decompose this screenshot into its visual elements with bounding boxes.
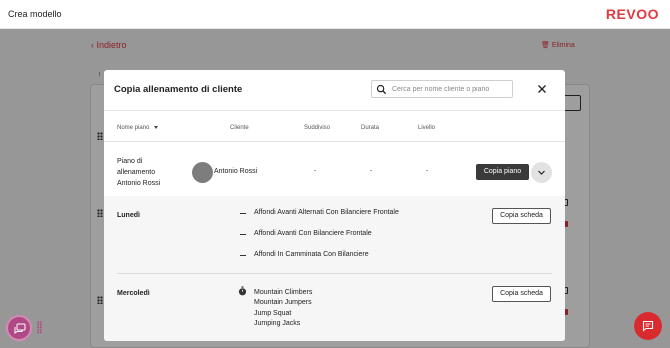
plan-name-line: allenamento (117, 169, 156, 176)
modal-header: Copia allenamento di cliente (104, 70, 565, 111)
plan-name-line: Piano di (117, 158, 143, 165)
sort-caret-icon (154, 125, 159, 129)
column-plan-name-label: Nome piano (117, 125, 150, 131)
divider (104, 141, 565, 142)
message-button[interactable] (634, 312, 662, 340)
search-icon (376, 84, 387, 95)
column-header-plan-name[interactable]: Nome piano (117, 125, 159, 131)
divider (117, 273, 552, 274)
column-header-duration: Durata (361, 125, 380, 131)
search-box[interactable] (371, 80, 513, 98)
message-icon (642, 320, 654, 332)
exercise-item: Affondi Avanti Alternati Con Bilanciere … (254, 209, 399, 216)
plan-name: Piano di allenamento Antonio Rossi (117, 156, 187, 189)
exercise-item: Jumping Jacks (254, 320, 301, 327)
app-bar: Crea modello REVOO (0, 0, 670, 29)
exercise-item: Mountain Jumpers (254, 299, 312, 306)
column-header-level: Livello (418, 125, 436, 131)
exercise-item: Jump Squat (254, 310, 292, 317)
copy-plan-button[interactable]: Copia piano (476, 164, 529, 180)
copy-workout-modal: Copia allenamento di cliente Nome piano … (104, 70, 565, 341)
copy-sheet-button[interactable]: Copia scheda (492, 208, 551, 224)
page-title: Crea modello (8, 9, 62, 19)
modal-title: Copia allenamento di cliente (114, 84, 243, 95)
search-input[interactable] (392, 83, 510, 95)
exercise-item: Mountain Climbers (254, 289, 313, 296)
chat-button[interactable] (6, 315, 32, 341)
plan-name-line: Antonio Rossi (117, 180, 161, 187)
brand-logo: REVOO (605, 6, 659, 22)
avatar (192, 162, 213, 183)
copy-sheet-button[interactable]: Copia scheda (492, 286, 551, 302)
dash-icon (240, 234, 246, 235)
chat-icon (14, 323, 26, 334)
client-name: Antonio Rossi (214, 168, 258, 175)
dash-icon (240, 255, 246, 256)
day-label: Mercoledì (117, 290, 150, 297)
column-header-client: Cliente (230, 125, 249, 131)
exercise-item: Affondi In Camminata Con Bilanciere (254, 251, 369, 258)
level-value: - (426, 168, 429, 175)
exercise-item: Affondi Avanti Con Bilanciere Frontale (254, 230, 372, 237)
timer-icon (238, 286, 247, 296)
dash-icon (240, 213, 246, 214)
expand-button[interactable] (531, 162, 552, 183)
subdivision-value: - (314, 168, 317, 175)
duration-value: - (370, 168, 373, 175)
drag-handle-icon[interactable] (37, 321, 42, 334)
chevron-down-icon (538, 170, 545, 175)
close-icon[interactable] (537, 84, 547, 94)
column-header-subdivision: Suddiviso (304, 125, 331, 131)
day-label: Lunedì (117, 212, 140, 219)
